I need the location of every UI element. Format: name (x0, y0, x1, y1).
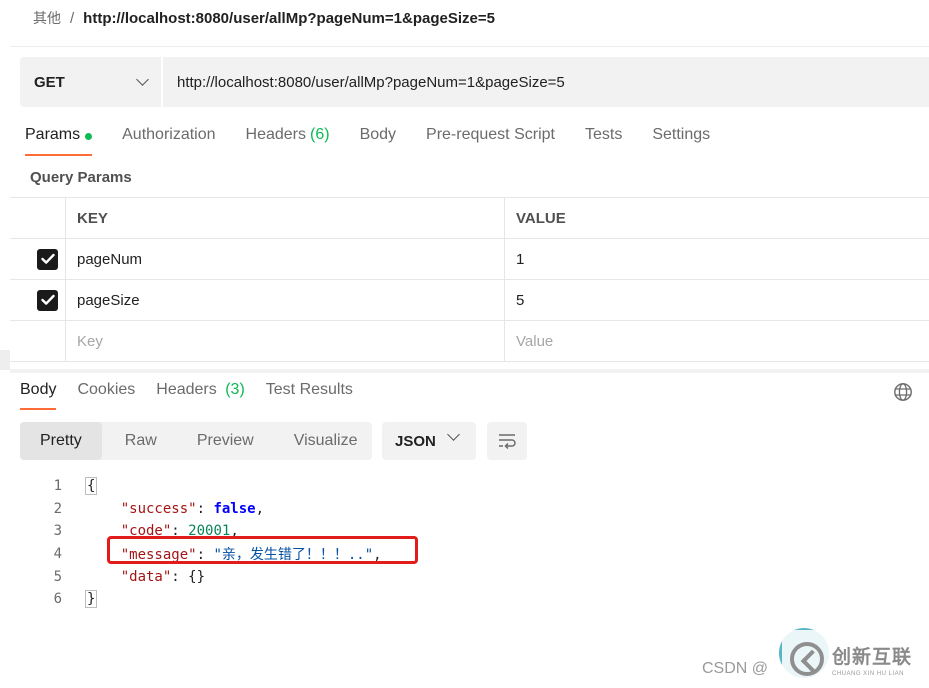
row-check-cell (10, 239, 66, 279)
language-select[interactable]: JSON (382, 422, 476, 460)
csdn-watermark: CSDN @ (702, 660, 769, 677)
check-column-header (10, 198, 66, 238)
language-label: JSON (395, 432, 436, 450)
close-brace: } (85, 590, 98, 609)
tab-body[interactable]: Body (360, 126, 396, 156)
brand-name-en: CHUANG XIN HU LIAN (832, 670, 905, 677)
code-line: 1 { (40, 475, 382, 498)
tab-headers-count: (6) (310, 126, 330, 143)
param-value-field[interactable]: 5 (505, 280, 929, 320)
table-row-empty: Key Value (10, 321, 929, 362)
json-value-data: {} (188, 568, 206, 585)
header-divider (10, 46, 929, 47)
response-tabs: Body Cookies Headers (3) Test Results (20, 381, 374, 411)
line-number: 3 (53, 523, 62, 540)
tab-settings[interactable]: Settings (652, 126, 710, 156)
params-active-dot (85, 133, 93, 140)
url-input[interactable]: http://localhost:8080/user/allMp?pageNum… (163, 57, 929, 107)
check-icon (40, 253, 55, 264)
json-value-success: false (213, 500, 256, 517)
query-params-title: Query Params (30, 169, 132, 186)
format-tab-pretty[interactable]: Pretty (20, 422, 102, 460)
tab-params-label: Params (25, 126, 81, 143)
check-icon (40, 294, 55, 305)
pane-resize-divider[interactable] (10, 369, 929, 373)
response-tab-headers-count: (3) (225, 381, 245, 398)
response-tab-headers-label: Headers (156, 381, 217, 398)
format-tab-visualize[interactable]: Visualize (274, 422, 378, 460)
method-label: GET (34, 73, 65, 91)
table-row: pageSize 5 (10, 280, 929, 321)
line-number: 2 (53, 500, 62, 517)
brand-logo-icon (790, 642, 824, 676)
new-param-key-input[interactable]: Key (66, 321, 505, 361)
format-tab-preview[interactable]: Preview (177, 422, 274, 460)
chevron-down-icon (136, 73, 149, 86)
request-url-bar: GET http://localhost:8080/user/allMp?pag… (20, 57, 929, 107)
breadcrumb-parent[interactable]: 其他 (33, 8, 61, 28)
line-number: 4 (53, 546, 62, 563)
param-checkbox[interactable] (37, 248, 58, 270)
tab-headers[interactable]: Headers (6) (246, 126, 330, 156)
response-tab-headers[interactable]: Headers (3) (156, 381, 245, 410)
line-number: 1 (53, 478, 62, 495)
tab-prerequest-script[interactable]: Pre-request Script (426, 126, 555, 156)
method-select[interactable]: GET (20, 57, 163, 107)
brand-name-cn: 创新互联 (832, 645, 913, 668)
param-value-field[interactable]: 1 (505, 239, 929, 279)
request-tabs: Params Authorization Headers (6) Body Pr… (25, 126, 740, 158)
new-param-value-input[interactable]: Value (505, 321, 929, 361)
value-column-header: VALUE (516, 209, 566, 227)
brand-watermark-logo: 创新互联 CHUANG XIN HU LIAN (782, 630, 929, 688)
code-line: 6 } (40, 588, 382, 611)
param-key-field[interactable]: pageSize (66, 280, 505, 320)
row-check-cell (10, 280, 66, 320)
tab-params[interactable]: Params (25, 126, 93, 156)
format-tab-group: Pretty Raw Preview Visualize (20, 422, 372, 460)
param-key-field[interactable]: pageNum (66, 239, 505, 279)
query-params-table: KEY VALUE pageNum 1 pageSize 5 Key Value (10, 197, 929, 362)
line-number: 5 (53, 568, 62, 585)
globe-icon[interactable] (893, 382, 913, 402)
json-key-success: "success" (120, 500, 197, 517)
table-row: pageNum 1 (10, 239, 929, 280)
key-column-header: KEY (66, 198, 505, 238)
tab-authorization[interactable]: Authorization (122, 126, 215, 156)
wrap-lines-button[interactable] (487, 422, 527, 460)
chevron-down-icon (447, 428, 460, 441)
response-tab-body[interactable]: Body (20, 381, 57, 410)
code-line: 5 "data": {} (40, 565, 382, 588)
json-key-data: "data" (120, 568, 172, 585)
code-line: 2 "success": false, (40, 498, 382, 521)
breadcrumb-current[interactable]: http://localhost:8080/user/allMp?pageNum… (83, 10, 495, 27)
left-panel-edge (0, 350, 10, 370)
tab-tests[interactable]: Tests (585, 126, 622, 156)
param-checkbox[interactable] (37, 289, 58, 311)
message-highlight-annotation (107, 536, 418, 564)
response-tab-test-results[interactable]: Test Results (266, 381, 353, 410)
tab-headers-label: Headers (245, 126, 306, 143)
row-check-cell (10, 321, 66, 361)
table-header-row: KEY VALUE (10, 198, 929, 239)
response-tab-cookies[interactable]: Cookies (77, 381, 135, 410)
format-tab-raw[interactable]: Raw (102, 422, 177, 460)
line-number: 6 (53, 591, 62, 608)
breadcrumb: 其他 / http://localhost:8080/user/allMp?pa… (33, 7, 495, 29)
open-brace: { (85, 477, 98, 496)
breadcrumb-separator: / (70, 9, 75, 27)
wrap-lines-icon (499, 434, 516, 449)
